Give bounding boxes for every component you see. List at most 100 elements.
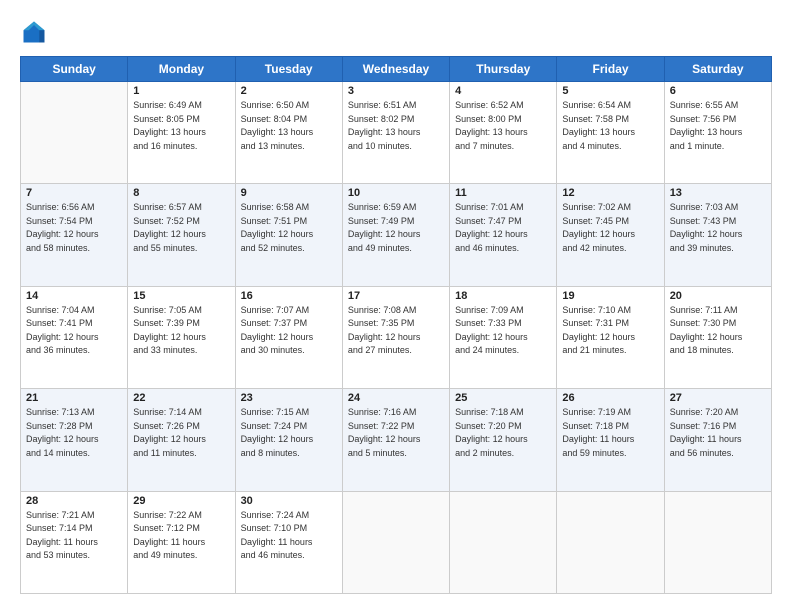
day-number: 21: [26, 392, 122, 404]
calendar-cell: 19 Sunrise: 7:10 AM Sunset: 7:31 PM Dayli…: [557, 286, 664, 388]
day-info: Sunrise: 7:05 AM Sunset: 7:39 PM Dayligh…: [133, 304, 229, 358]
calendar-cell: 3 Sunrise: 6:51 AM Sunset: 8:02 PM Daylig…: [342, 82, 449, 184]
page: SundayMondayTuesdayWednesdayThursdayFrid…: [0, 0, 792, 612]
calendar-cell: 30Sunrise: 7:24 AM Sunset: 7:10 PM Dayli…: [235, 491, 342, 593]
day-info: Sunrise: 6:54 AM Sunset: 7:58 PM Dayligh…: [562, 99, 658, 153]
col-header-saturday: Saturday: [664, 57, 771, 82]
calendar-cell: [450, 491, 557, 593]
day-number: 10: [348, 187, 444, 199]
header: [20, 18, 772, 46]
calendar-table: SundayMondayTuesdayWednesdayThursdayFrid…: [20, 56, 772, 594]
day-number: 17: [348, 290, 444, 302]
day-number: 5: [562, 85, 658, 97]
calendar-cell: 6 Sunrise: 6:55 AM Sunset: 7:56 PM Daylig…: [664, 82, 771, 184]
day-number: 1: [133, 85, 229, 97]
day-number: 3: [348, 85, 444, 97]
calendar-cell: 25 Sunrise: 7:18 AM Sunset: 7:20 PM Dayli…: [450, 389, 557, 491]
day-number: 26: [562, 392, 658, 404]
col-header-sunday: Sunday: [21, 57, 128, 82]
calendar-cell: 24Sunrise: 7:16 AM Sunset: 7:22 PM Dayli…: [342, 389, 449, 491]
day-number: 15: [133, 290, 229, 302]
day-number: 2: [241, 85, 337, 97]
day-info: Sunrise: 7:15 AM Sunset: 7:24 PM Dayligh…: [241, 406, 337, 460]
calendar-cell: 20 Sunrise: 7:11 AM Sunset: 7:30 PM Dayli…: [664, 286, 771, 388]
day-number: 8: [133, 187, 229, 199]
logo-icon: [20, 18, 48, 46]
col-header-friday: Friday: [557, 57, 664, 82]
day-number: 23: [241, 392, 337, 404]
calendar-cell: 1 Sunrise: 6:49 AM Sunset: 8:05 PM Daylig…: [128, 82, 235, 184]
calendar-cell: 4 Sunrise: 6:52 AM Sunset: 8:00 PM Daylig…: [450, 82, 557, 184]
day-number: 16: [241, 290, 337, 302]
day-number: 13: [670, 187, 766, 199]
day-info: Sunrise: 7:20 AM Sunset: 7:16 PM Dayligh…: [670, 406, 766, 460]
day-number: 22: [133, 392, 229, 404]
day-number: 24: [348, 392, 444, 404]
day-info: Sunrise: 7:21 AM Sunset: 7:14 PM Dayligh…: [26, 509, 122, 563]
day-info: Sunrise: 6:55 AM Sunset: 7:56 PM Dayligh…: [670, 99, 766, 153]
calendar-week-row: 14Sunrise: 7:04 AM Sunset: 7:41 PM Dayli…: [21, 286, 772, 388]
calendar-cell: [342, 491, 449, 593]
day-info: Sunrise: 7:04 AM Sunset: 7:41 PM Dayligh…: [26, 304, 122, 358]
day-info: Sunrise: 6:56 AM Sunset: 7:54 PM Dayligh…: [26, 201, 122, 255]
day-number: 29: [133, 495, 229, 507]
calendar-cell: 9 Sunrise: 6:58 AM Sunset: 7:51 PM Daylig…: [235, 184, 342, 286]
day-number: 28: [26, 495, 122, 507]
day-number: 20: [670, 290, 766, 302]
calendar-cell: 7 Sunrise: 6:56 AM Sunset: 7:54 PM Daylig…: [21, 184, 128, 286]
calendar-cell: 21 Sunrise: 7:13 AM Sunset: 7:28 PM Dayli…: [21, 389, 128, 491]
day-number: 6: [670, 85, 766, 97]
day-number: 27: [670, 392, 766, 404]
calendar-cell: 12 Sunrise: 7:02 AM Sunset: 7:45 PM Dayli…: [557, 184, 664, 286]
day-number: 4: [455, 85, 551, 97]
day-number: 18: [455, 290, 551, 302]
calendar-header-row: SundayMondayTuesdayWednesdayThursdayFrid…: [21, 57, 772, 82]
calendar-cell: 13Sunrise: 7:03 AM Sunset: 7:43 PM Dayli…: [664, 184, 771, 286]
calendar-cell: 26 Sunrise: 7:19 AM Sunset: 7:18 PM Dayli…: [557, 389, 664, 491]
calendar-cell: 14Sunrise: 7:04 AM Sunset: 7:41 PM Dayli…: [21, 286, 128, 388]
logo: [20, 18, 52, 46]
day-info: Sunrise: 7:02 AM Sunset: 7:45 PM Dayligh…: [562, 201, 658, 255]
calendar-cell: 11Sunrise: 7:01 AM Sunset: 7:47 PM Dayli…: [450, 184, 557, 286]
calendar-cell: 8 Sunrise: 6:57 AM Sunset: 7:52 PM Daylig…: [128, 184, 235, 286]
calendar-cell: [557, 491, 664, 593]
calendar-cell: 10 Sunrise: 6:59 AM Sunset: 7:49 PM Dayli…: [342, 184, 449, 286]
day-number: 12: [562, 187, 658, 199]
day-info: Sunrise: 6:52 AM Sunset: 8:00 PM Dayligh…: [455, 99, 551, 153]
calendar-cell: [21, 82, 128, 184]
day-info: Sunrise: 7:18 AM Sunset: 7:20 PM Dayligh…: [455, 406, 551, 460]
day-info: Sunrise: 7:14 AM Sunset: 7:26 PM Dayligh…: [133, 406, 229, 460]
calendar-cell: 23 Sunrise: 7:15 AM Sunset: 7:24 PM Dayli…: [235, 389, 342, 491]
col-header-wednesday: Wednesday: [342, 57, 449, 82]
day-info: Sunrise: 6:51 AM Sunset: 8:02 PM Dayligh…: [348, 99, 444, 153]
day-info: Sunrise: 6:50 AM Sunset: 8:04 PM Dayligh…: [241, 99, 337, 153]
calendar-cell: [664, 491, 771, 593]
day-info: Sunrise: 6:59 AM Sunset: 7:49 PM Dayligh…: [348, 201, 444, 255]
calendar-week-row: 28 Sunrise: 7:21 AM Sunset: 7:14 PM Dayli…: [21, 491, 772, 593]
day-info: Sunrise: 6:58 AM Sunset: 7:51 PM Dayligh…: [241, 201, 337, 255]
calendar-cell: 18 Sunrise: 7:09 AM Sunset: 7:33 PM Dayli…: [450, 286, 557, 388]
calendar-cell: 5 Sunrise: 6:54 AM Sunset: 7:58 PM Daylig…: [557, 82, 664, 184]
day-info: Sunrise: 6:57 AM Sunset: 7:52 PM Dayligh…: [133, 201, 229, 255]
col-header-thursday: Thursday: [450, 57, 557, 82]
day-info: Sunrise: 7:10 AM Sunset: 7:31 PM Dayligh…: [562, 304, 658, 358]
calendar-cell: 27 Sunrise: 7:20 AM Sunset: 7:16 PM Dayli…: [664, 389, 771, 491]
day-info: Sunrise: 7:13 AM Sunset: 7:28 PM Dayligh…: [26, 406, 122, 460]
day-info: Sunrise: 7:11 AM Sunset: 7:30 PM Dayligh…: [670, 304, 766, 358]
day-info: Sunrise: 7:22 AM Sunset: 7:12 PM Dayligh…: [133, 509, 229, 563]
day-number: 30: [241, 495, 337, 507]
calendar-cell: 15 Sunrise: 7:05 AM Sunset: 7:39 PM Dayli…: [128, 286, 235, 388]
day-number: 7: [26, 187, 122, 199]
day-info: Sunrise: 7:09 AM Sunset: 7:33 PM Dayligh…: [455, 304, 551, 358]
day-number: 19: [562, 290, 658, 302]
day-number: 25: [455, 392, 551, 404]
calendar-cell: 16 Sunrise: 7:07 AM Sunset: 7:37 PM Dayli…: [235, 286, 342, 388]
day-info: Sunrise: 7:07 AM Sunset: 7:37 PM Dayligh…: [241, 304, 337, 358]
day-info: Sunrise: 7:19 AM Sunset: 7:18 PM Dayligh…: [562, 406, 658, 460]
calendar-week-row: 21 Sunrise: 7:13 AM Sunset: 7:28 PM Dayli…: [21, 389, 772, 491]
day-info: Sunrise: 6:49 AM Sunset: 8:05 PM Dayligh…: [133, 99, 229, 153]
calendar-cell: 17Sunrise: 7:08 AM Sunset: 7:35 PM Dayli…: [342, 286, 449, 388]
col-header-monday: Monday: [128, 57, 235, 82]
calendar-week-row: 1 Sunrise: 6:49 AM Sunset: 8:05 PM Daylig…: [21, 82, 772, 184]
day-number: 9: [241, 187, 337, 199]
